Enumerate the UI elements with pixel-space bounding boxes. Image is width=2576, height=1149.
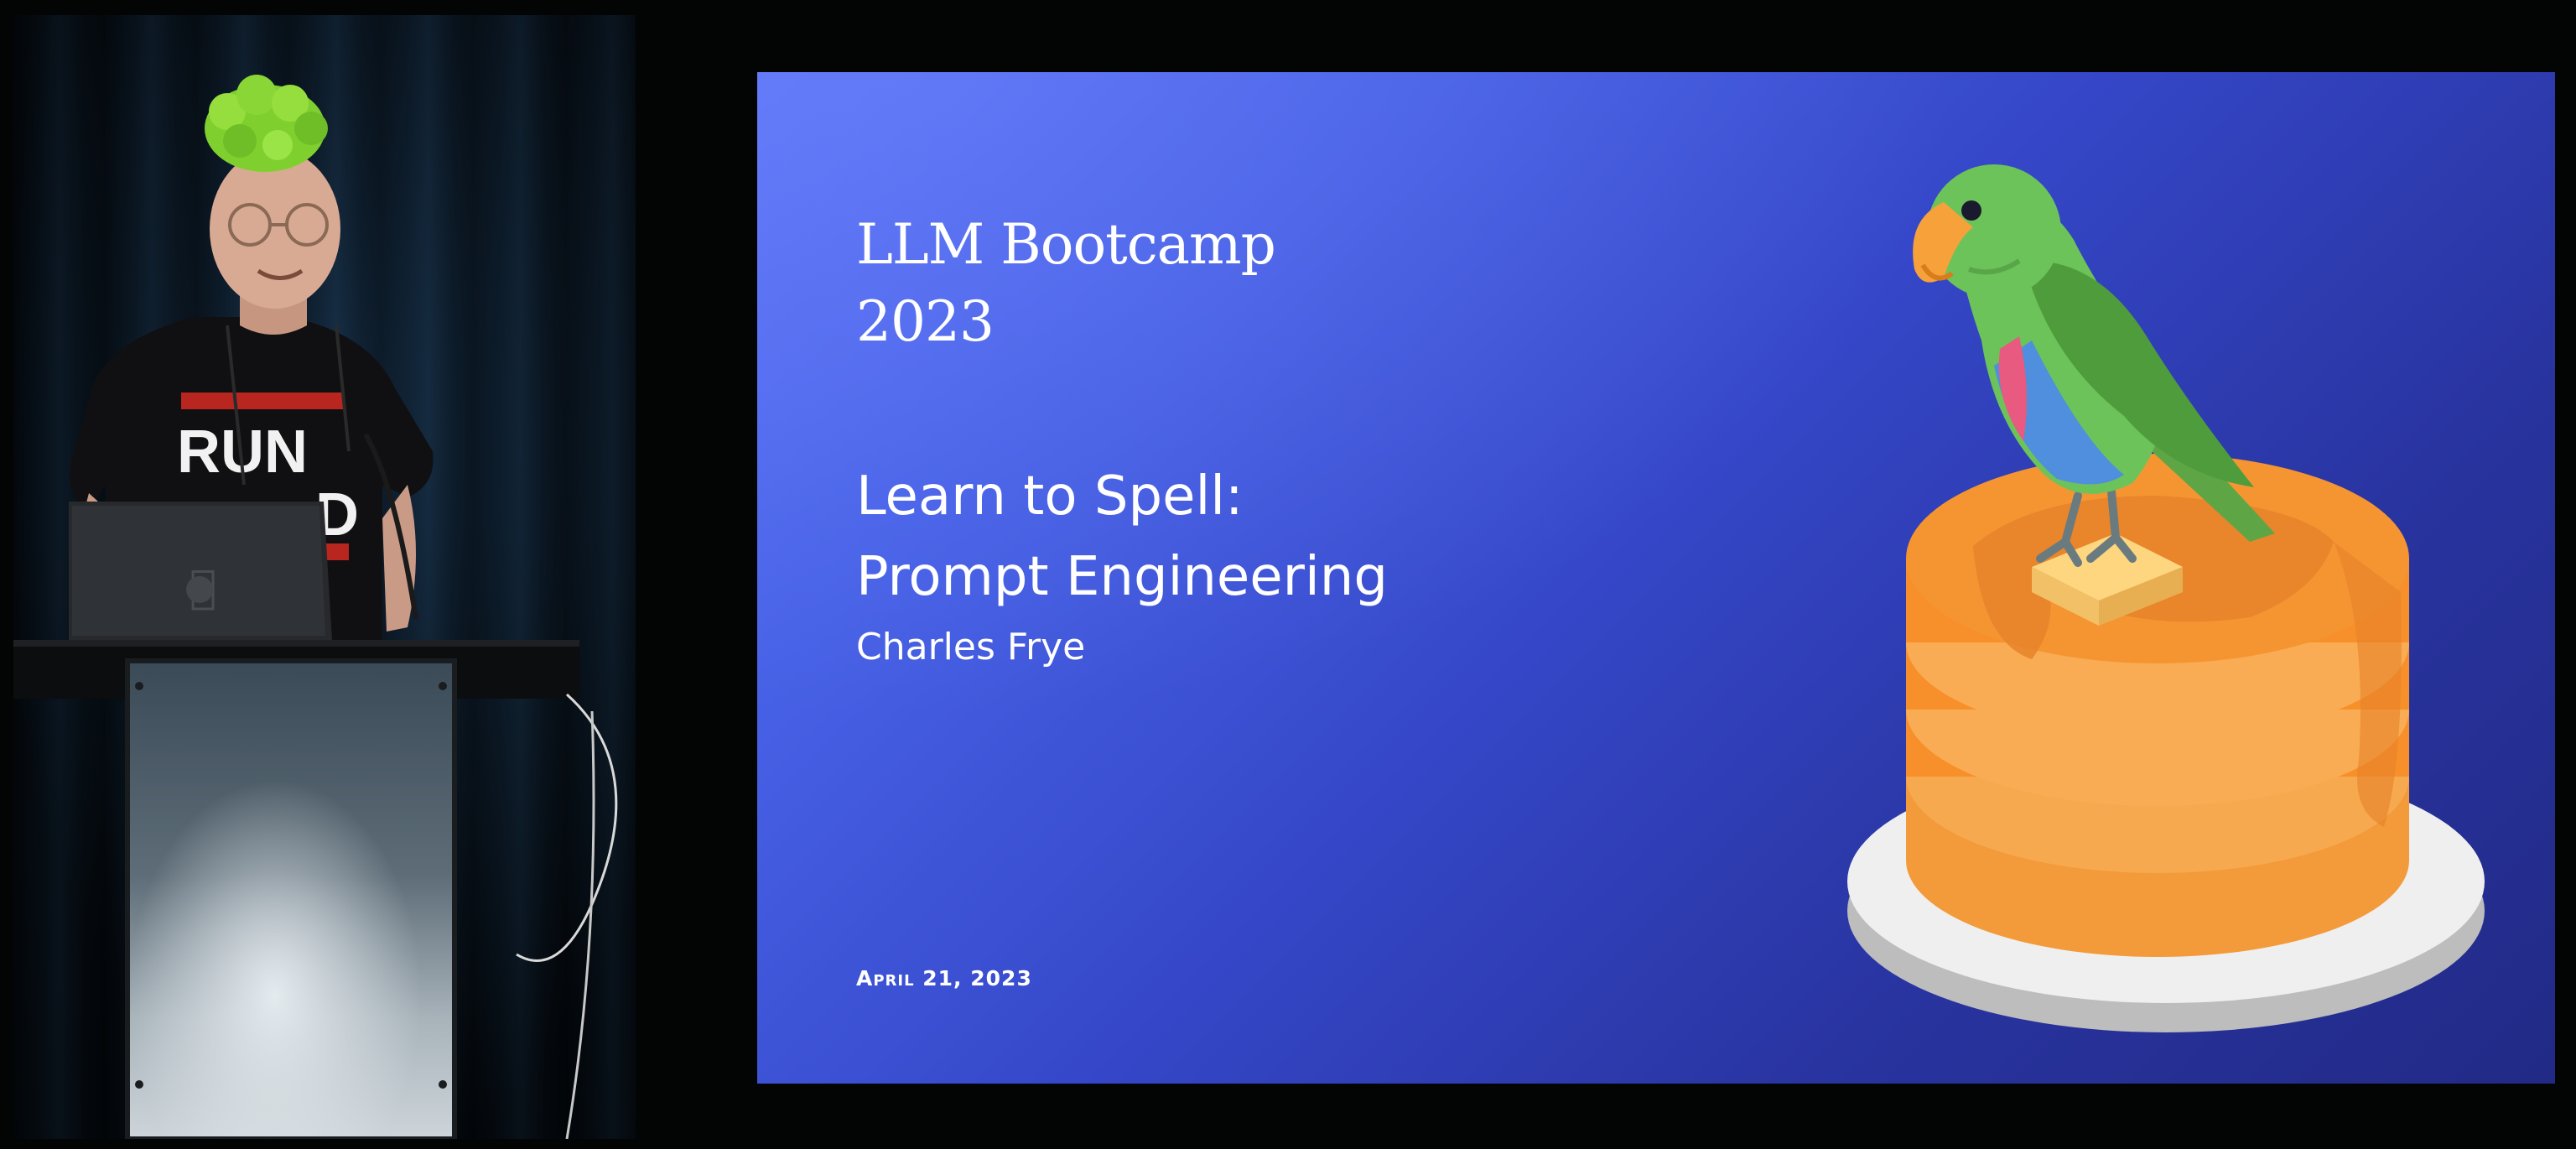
green-hair	[205, 75, 328, 172]
laptop: 	[69, 502, 332, 640]
course-title-line-2: 2023	[856, 289, 995, 354]
presentation-slide: LLM Bootcamp 2023 Learn to Spell: Prompt…	[757, 72, 2555, 1084]
shirt-stripe-top	[181, 393, 345, 409]
course-title-line-1: LLM Bootcamp	[856, 212, 1276, 277]
speaker-figure: RUN D	[13, 75, 618, 1139]
course-title: LLM Bootcamp 2023	[856, 206, 1276, 361]
presentation-date: April 21, 2023	[856, 966, 1032, 990]
video-frame: RUN D LLM Bootcamp 2023 Learn to Spell: …	[0, 0, 2576, 1149]
talk-title-line-1: Learn to Spell:	[856, 465, 1244, 528]
parrot-on-pancakes-illustration	[1847, 164, 2485, 1032]
author-name: Charles Frye	[856, 626, 1086, 668]
pancake-stack-icon	[1906, 454, 2409, 957]
speaker-camera-panel: RUN D	[13, 15, 636, 1139]
cable	[516, 693, 618, 962]
talk-title-line-2: Prompt Engineering	[856, 546, 1388, 608]
talk-title: Learn to Spell: Prompt Engineering	[856, 456, 1388, 617]
